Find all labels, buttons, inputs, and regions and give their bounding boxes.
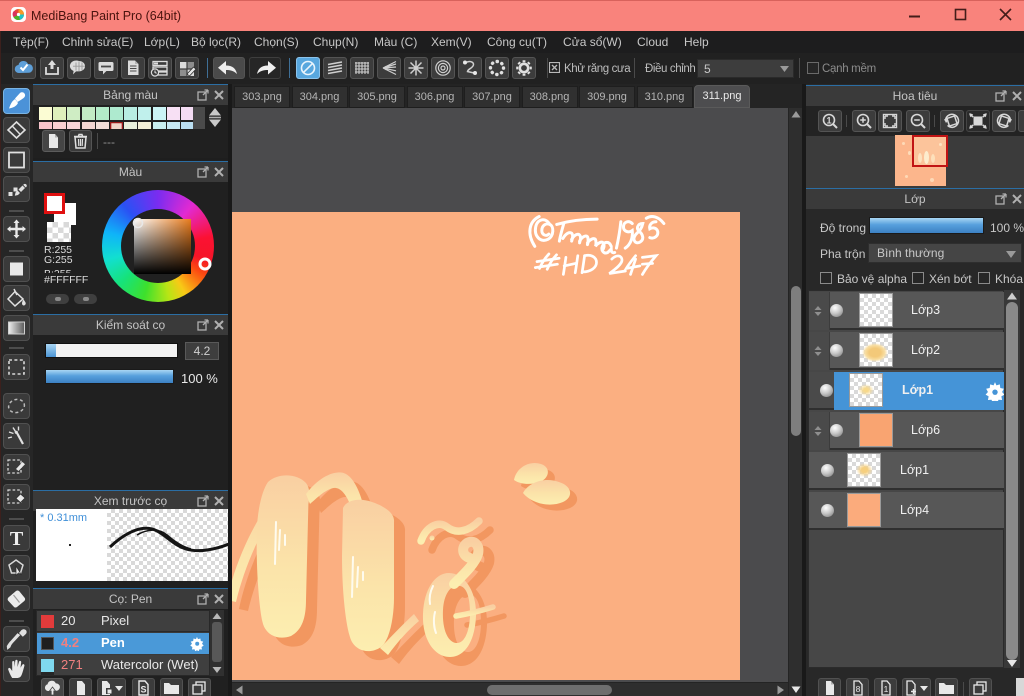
- svg-text:1: 1: [884, 684, 889, 694]
- svg-text:1: 1: [826, 116, 831, 126]
- svg-text:S: S: [140, 685, 146, 695]
- svg-text:8: 8: [856, 684, 861, 694]
- svg-text:T: T: [10, 528, 24, 550]
